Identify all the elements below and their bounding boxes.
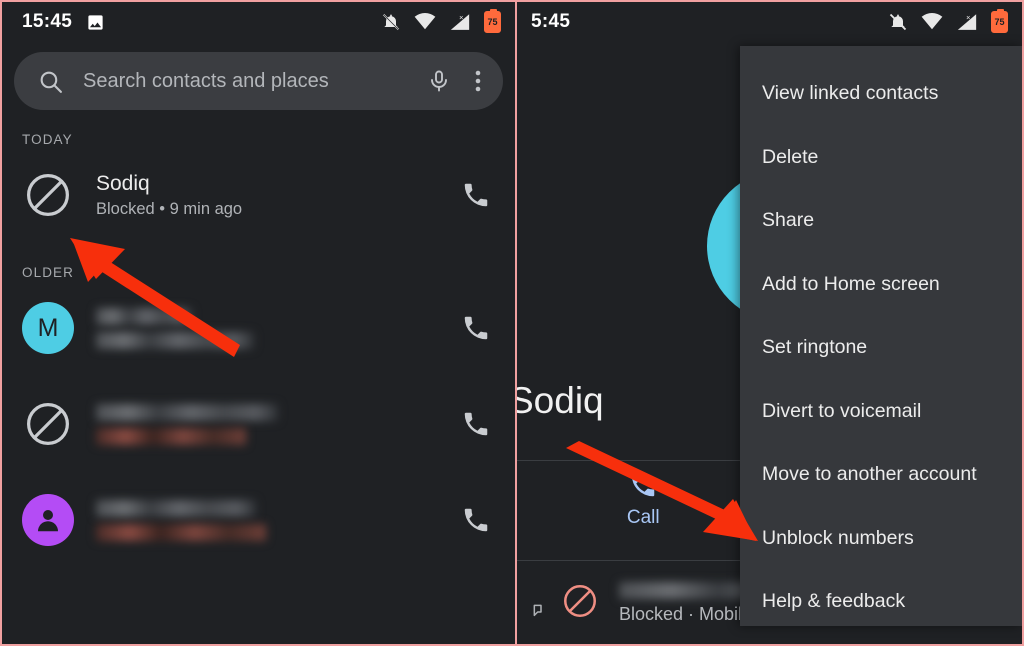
notifications-off-icon	[381, 12, 401, 32]
phone-icon	[632, 473, 655, 497]
menu-item-help-and-feedback[interactable]: Help & feedback	[740, 570, 1022, 634]
phone-icon[interactable]	[459, 409, 493, 439]
signal-no-sim-icon: ×	[449, 13, 471, 32]
section-header-older: OLDER	[22, 265, 75, 280]
redaction-bar	[96, 307, 192, 325]
menu-item-unblock-numbers[interactable]: Unblock numbers	[740, 507, 1022, 571]
blocked-icon	[561, 582, 599, 625]
avatar-initial: M	[37, 313, 59, 342]
action-label: Call	[626, 507, 660, 528]
call-log-row-redacted-3[interactable]	[2, 472, 515, 568]
menu-item-view-linked-contacts[interactable]: View linked contacts	[740, 62, 1022, 126]
battery-level: 75	[994, 16, 1005, 27]
redaction-bar	[96, 523, 266, 541]
battery-icon: 75	[484, 9, 501, 33]
phone-icon[interactable]	[459, 505, 493, 535]
menu-item-delete[interactable]: Delete	[740, 126, 1022, 190]
action-call[interactable]: Call	[517, 470, 770, 529]
redaction-bar	[96, 331, 254, 349]
redaction-bars	[96, 403, 437, 445]
call-log-text: Sodiq Blocked • 9 min ago	[96, 171, 437, 219]
battery-level: 75	[487, 16, 498, 27]
overflow-menu: View linked contacts Delete Share Add to…	[740, 46, 1022, 626]
wifi-icon	[414, 13, 436, 31]
redaction-bars	[96, 499, 437, 541]
redacted-text	[96, 499, 437, 541]
redaction-bars	[96, 307, 437, 349]
call-log-row-redacted-2[interactable]	[2, 376, 515, 472]
status-clock: 5:45	[531, 11, 571, 32]
microphone-icon[interactable]	[427, 69, 451, 93]
screenshot-root: 15:45 × 75 Search contacts and places TO…	[0, 0, 1024, 646]
status-bar-right: 5:45 × 75	[517, 2, 1022, 42]
person-icon	[38, 510, 58, 532]
avatar	[22, 494, 74, 546]
call-log-row-sodiq[interactable]: Sodiq Blocked • 9 min ago	[2, 147, 515, 243]
battery-icon: 75	[991, 9, 1008, 33]
redacted-text	[96, 403, 437, 445]
status-bar-left: 15:45 × 75	[2, 2, 515, 42]
left-phone-panel: 15:45 × 75 Search contacts and places TO…	[0, 0, 516, 646]
section-header-today: TODAY	[22, 132, 73, 147]
search-bar[interactable]: Search contacts and places	[14, 52, 503, 110]
redaction-bar	[96, 427, 246, 445]
svg-text:×: ×	[459, 13, 463, 22]
menu-item-add-to-home-screen[interactable]: Add to Home screen	[740, 253, 1022, 317]
search-input[interactable]: Search contacts and places	[83, 70, 407, 93]
search-icon	[38, 69, 63, 94]
blocked-icon	[22, 398, 74, 450]
call-status: Blocked • 9 min ago	[96, 200, 243, 219]
status-clock: 15:45	[22, 11, 73, 32]
menu-item-share[interactable]: Share	[740, 189, 1022, 253]
phone-icon[interactable]	[459, 180, 493, 210]
menu-item-move-to-another-account[interactable]: Move to another account	[740, 443, 1022, 507]
notifications-off-icon	[888, 12, 908, 32]
redacted-text	[96, 307, 437, 349]
overflow-menu-icon[interactable]	[471, 69, 485, 93]
wifi-icon	[921, 13, 943, 31]
redaction-bar	[96, 499, 256, 517]
right-phone-panel: 5:45 × 75 Sodiq Call Blocked · Mobile Vi…	[516, 0, 1024, 646]
signal-no-sim-icon: ×	[956, 13, 978, 32]
image-icon	[86, 13, 105, 32]
svg-text:×: ×	[966, 13, 970, 22]
page-title: Sodiq	[516, 380, 604, 421]
blocked-icon	[22, 169, 74, 221]
menu-item-divert-to-voicemail[interactable]: Divert to voicemail	[740, 380, 1022, 444]
redaction-bar	[96, 403, 278, 421]
call-log-row-redacted-1[interactable]: M	[2, 280, 515, 376]
avatar: M	[22, 302, 74, 354]
phone-icon[interactable]	[459, 313, 493, 343]
menu-item-set-ringtone[interactable]: Set ringtone	[740, 316, 1022, 380]
contact-name: Sodiq	[96, 171, 150, 195]
